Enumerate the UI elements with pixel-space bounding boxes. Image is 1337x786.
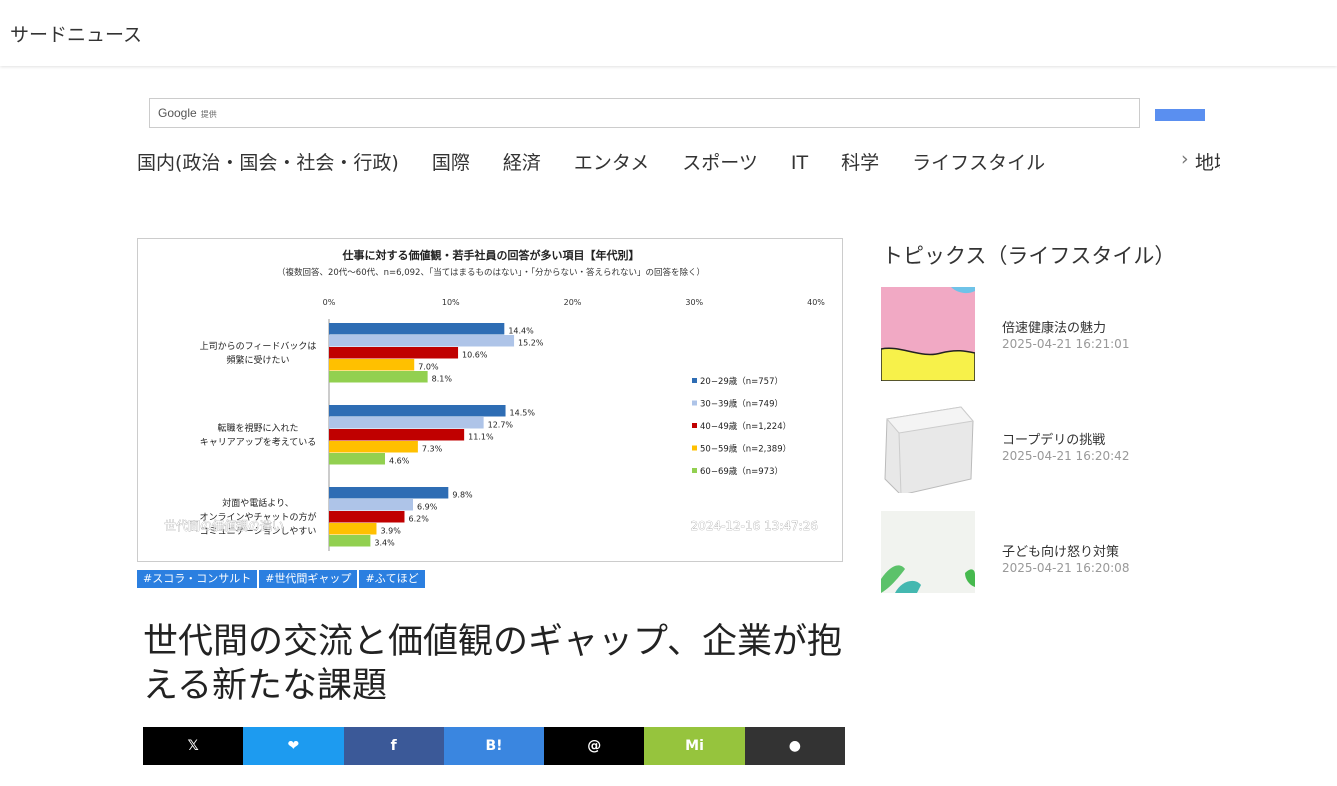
- x-tick-label: 30%: [685, 298, 703, 307]
- topic-title[interactable]: 子ども向け怒り対策: [1002, 541, 1119, 560]
- share-mastodon-button[interactable]: ●: [744, 727, 845, 765]
- topic-thumbnail[interactable]: [881, 399, 975, 493]
- tag-futehodo[interactable]: #ふてほど: [359, 570, 425, 588]
- x-tick-label: 20%: [564, 298, 582, 307]
- nav-scroll-right-icon[interactable]: ›: [1181, 148, 1189, 170]
- bar: [329, 511, 405, 523]
- topic-item[interactable]: コープデリの挑戦 2025-04-21 16:20:42: [881, 399, 1281, 493]
- category-label: 対面や電話より、: [222, 497, 293, 509]
- topic-date: 2025-04-21 16:21:01: [1002, 337, 1130, 351]
- bar-data-label: 14.4%: [508, 327, 534, 336]
- bar: [329, 405, 506, 417]
- bar: [329, 335, 515, 347]
- bar-chart: 仕事に対する価値観・若手社員の回答が多い項目【年代別】 （複数回答、20代〜60代…: [164, 248, 825, 551]
- category-label: 転職を視野に入れた: [217, 422, 298, 434]
- category-label: 上司からのフィードバックは: [200, 341, 317, 352]
- topic-item[interactable]: 子ども向け怒り対策 2025-04-21 16:20:08: [881, 511, 1281, 605]
- bar-data-label: 3.9%: [380, 527, 401, 536]
- bar-data-label: 14.5%: [510, 409, 536, 418]
- share-bluesky-button[interactable]: ❤: [243, 727, 344, 765]
- share-misskey-button[interactable]: Mi: [644, 727, 745, 765]
- bar: [329, 429, 465, 441]
- chart-subtitle: （複数回答、20代〜60代、n=6,092、「当てはまるものはない」・「分からな…: [277, 267, 705, 278]
- legend-swatch: [692, 378, 697, 383]
- nav-item-it[interactable]: IT: [791, 152, 808, 174]
- legend-swatch: [692, 400, 697, 406]
- bar-data-label: 10.6%: [462, 351, 488, 360]
- category-label: 頻繁に受けたい: [226, 354, 289, 366]
- category-label: キャリアアップを考えている: [200, 437, 317, 448]
- article-image-chart: 仕事に対する価値観・若手社員の回答が多い項目【年代別】 （複数回答、20代〜60代…: [137, 238, 843, 562]
- image-timestamp: 2024-12-16 13:47:26: [691, 519, 818, 533]
- tag-generation-gap[interactable]: #世代間ギャップ: [259, 570, 358, 588]
- topic-date: 2025-04-21 16:20:42: [1002, 449, 1130, 463]
- legend-label: 30−39歳（n=749）: [700, 399, 783, 410]
- bar-data-label: 11.1%: [468, 433, 494, 442]
- bar: [329, 359, 415, 371]
- bar: [329, 487, 449, 499]
- bar-data-label: 7.3%: [422, 445, 443, 454]
- legend-swatch: [692, 445, 697, 451]
- nav-item-economy[interactable]: 経済: [503, 148, 541, 175]
- topic-item[interactable]: 倍速健康法の魅力 2025-04-21 16:21:01: [881, 287, 1281, 381]
- bar: [329, 323, 505, 335]
- bar: [329, 523, 377, 535]
- x-tick-label: 40%: [807, 298, 825, 307]
- nav-item-international[interactable]: 国際: [432, 148, 470, 175]
- bar-data-label: 7.0%: [418, 363, 439, 372]
- top-bar: サードニュース: [0, 0, 1337, 66]
- google-search-brand: Google 提供: [158, 106, 217, 120]
- search-button[interactable]: [1155, 109, 1205, 121]
- share-threads-button[interactable]: @: [544, 727, 645, 765]
- nav-item-science[interactable]: 科学: [841, 148, 879, 175]
- bar: [329, 347, 459, 359]
- topic-title[interactable]: コープデリの挑戦: [1002, 429, 1105, 448]
- bar: [329, 417, 484, 429]
- legend-label: 20−29歳（n=757）: [700, 376, 783, 387]
- topic-date: 2025-04-21 16:20:08: [1002, 561, 1130, 575]
- bar: [329, 371, 428, 383]
- legend-label: 60−69歳（n=973）: [700, 466, 783, 477]
- site-title[interactable]: サードニュース: [10, 20, 142, 47]
- tag-schola-consult[interactable]: #スコラ・コンサルト: [137, 570, 258, 588]
- legend-swatch: [692, 423, 697, 428]
- category-nav: 国内(政治・国会・社会・行政) 国際 経済 エンタメ スポーツ IT 科学 ライフスタイル ›…: [137, 148, 1220, 180]
- bar-data-label: 6.9%: [417, 503, 438, 512]
- share-facebook-button[interactable]: f: [343, 727, 444, 765]
- x-tick-label: 0%: [323, 298, 336, 307]
- x-tick-label: 10%: [442, 298, 460, 307]
- bar-data-label: 3.4%: [374, 539, 395, 548]
- bar-data-label: 6.2%: [408, 515, 429, 524]
- nav-item-lifestyle[interactable]: ライフスタイル: [912, 148, 1045, 175]
- tag-list: #スコラ・コンサルト #世代間ギャップ #ふてほど: [137, 567, 427, 588]
- bar-data-label: 4.6%: [389, 457, 410, 466]
- nav-item-entertainment[interactable]: エンタメ: [574, 148, 649, 175]
- legend-label: 40−49歳（n=1,224）: [700, 421, 791, 432]
- legend-swatch: [692, 468, 697, 473]
- bar: [329, 453, 386, 465]
- topics-title: トピックス（ライフスタイル）: [882, 244, 1176, 268]
- chart-title: 仕事に対する価値観・若手社員の回答が多い項目【年代別】: [342, 248, 640, 262]
- bar-data-label: 12.7%: [488, 421, 514, 430]
- topic-thumbnail[interactable]: [881, 287, 975, 381]
- share-hatena-button[interactable]: B!: [443, 727, 545, 765]
- image-overlay-caption: 世代間の価値観の違い: [164, 518, 284, 533]
- bar: [329, 535, 371, 547]
- bar-data-label: 9.8%: [452, 491, 473, 500]
- topic-title[interactable]: 倍速健康法の魅力: [1002, 317, 1106, 336]
- nav-item-region[interactable]: 地域: [1195, 148, 1220, 175]
- bar-data-label: 15.2%: [518, 339, 544, 348]
- legend-label: 50−59歳（n=2,389）: [700, 444, 791, 455]
- bar: [329, 441, 418, 453]
- nav-item-domestic[interactable]: 国内(政治・国会・社会・行政): [137, 148, 399, 175]
- share-x-button[interactable]: 𝕏: [143, 727, 244, 765]
- article-headline: 世代間の交流と価値観のギャップ、企業が抱える新たな課題: [143, 622, 842, 706]
- share-bar: 𝕏 ❤ f B! @ Mi ●: [143, 727, 845, 765]
- topic-thumbnail[interactable]: [881, 511, 975, 605]
- bar: [329, 499, 414, 511]
- nav-item-sports[interactable]: スポーツ: [682, 148, 758, 175]
- bar-data-label: 8.1%: [432, 375, 453, 384]
- search-input[interactable]: Google 提供: [149, 98, 1140, 128]
